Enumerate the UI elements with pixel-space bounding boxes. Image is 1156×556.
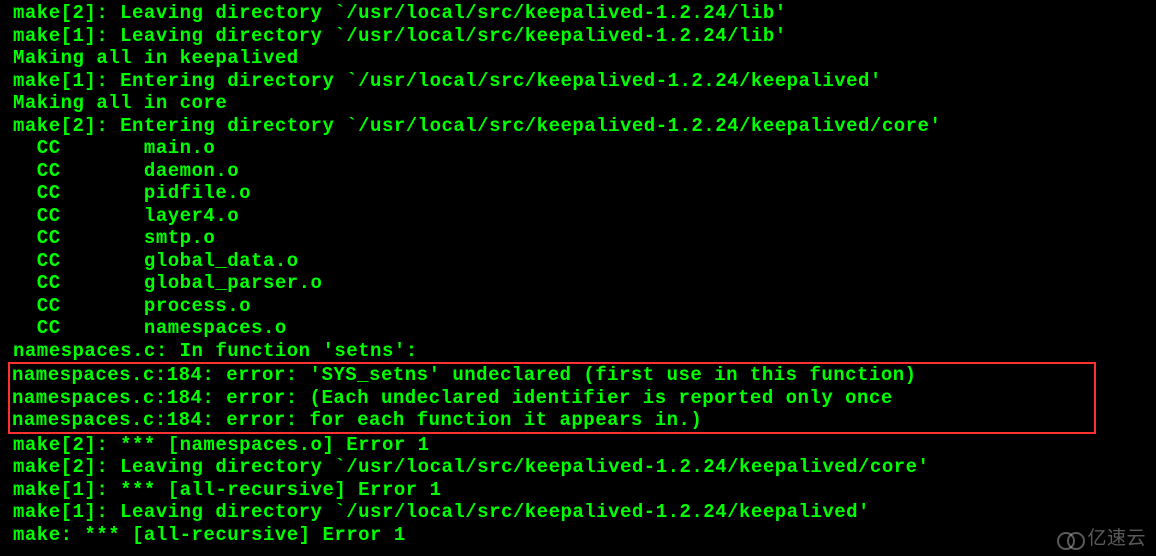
terminal-line: make[2]: Leaving directory `/usr/local/s… bbox=[13, 2, 1156, 25]
terminal-error-line: namespaces.c:184: error: (Each undeclare… bbox=[12, 387, 1092, 410]
terminal-error-line: namespaces.c:184: error: 'SYS_setns' und… bbox=[12, 364, 1092, 387]
cloud-icon bbox=[1057, 530, 1085, 548]
terminal-line: CC namespaces.o bbox=[13, 317, 1156, 340]
terminal-line: CC smtp.o bbox=[13, 227, 1156, 250]
watermark-text: 亿速云 bbox=[1087, 528, 1146, 551]
terminal-line: CC global_data.o bbox=[13, 250, 1156, 273]
terminal-line: CC daemon.o bbox=[13, 160, 1156, 183]
terminal-line: make[1]: Leaving directory `/usr/local/s… bbox=[13, 501, 1156, 524]
terminal-line: CC pidfile.o bbox=[13, 182, 1156, 205]
watermark: 亿速云 bbox=[1057, 528, 1146, 551]
terminal-line: CC process.o bbox=[13, 295, 1156, 318]
terminal-line: make[1]: *** [all-recursive] Error 1 bbox=[13, 479, 1156, 502]
terminal-line: CC main.o bbox=[13, 137, 1156, 160]
terminal-line: make[2]: Entering directory `/usr/local/… bbox=[13, 115, 1156, 138]
terminal-line: make[2]: *** [namespaces.o] Error 1 bbox=[13, 434, 1156, 457]
terminal-line: namespaces.c: In function 'setns': bbox=[13, 340, 1156, 363]
terminal-line: CC global_parser.o bbox=[13, 272, 1156, 295]
terminal-line: make[1]: Entering directory `/usr/local/… bbox=[13, 70, 1156, 93]
terminal-line: make[1]: Leaving directory `/usr/local/s… bbox=[13, 25, 1156, 48]
terminal-line: Making all in core bbox=[13, 92, 1156, 115]
terminal-line: CC layer4.o bbox=[13, 205, 1156, 228]
error-highlight-box: namespaces.c:184: error: 'SYS_setns' und… bbox=[8, 362, 1096, 434]
terminal-line: Making all in keepalived bbox=[13, 47, 1156, 70]
terminal-error-line: namespaces.c:184: error: for each functi… bbox=[12, 409, 1092, 432]
terminal-line: make[2]: Leaving directory `/usr/local/s… bbox=[13, 456, 1156, 479]
terminal-line: make: *** [all-recursive] Error 1 bbox=[13, 524, 1156, 547]
